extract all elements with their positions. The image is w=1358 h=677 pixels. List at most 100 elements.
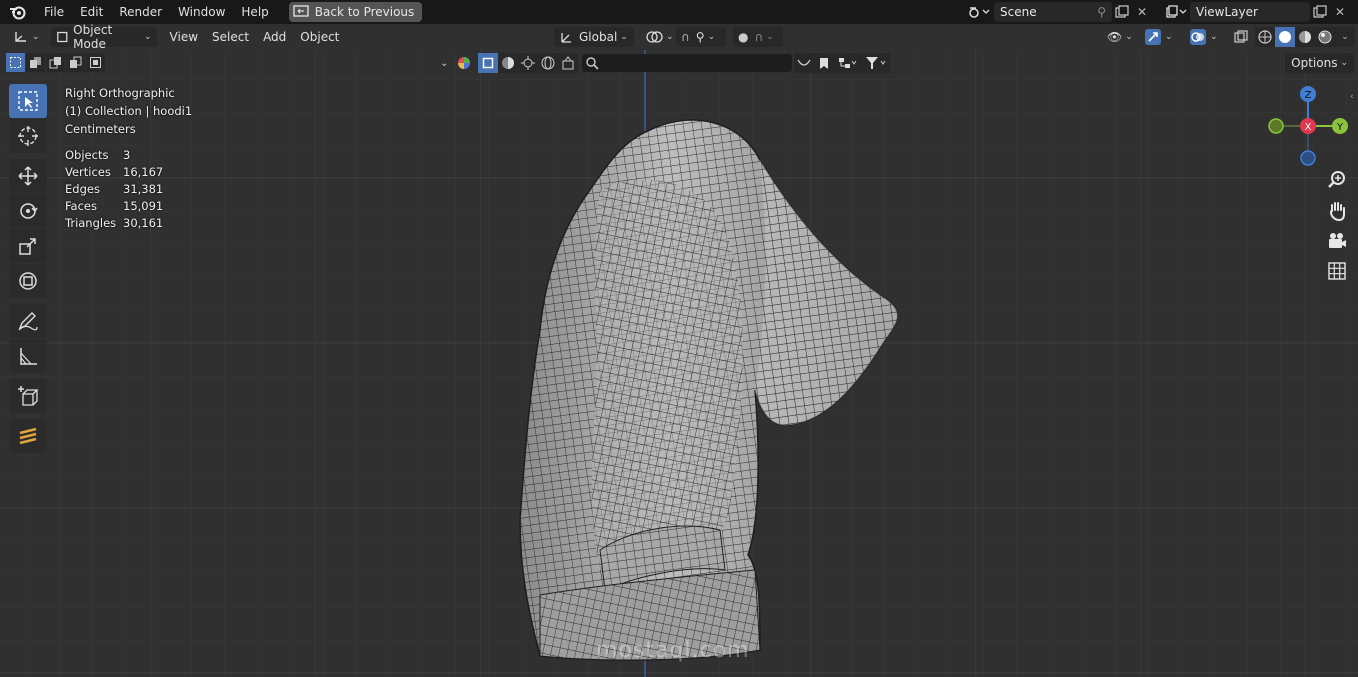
overlay-toggle[interactable]: ⌄	[1184, 27, 1223, 47]
pin-icon[interactable]: ⚲	[1097, 5, 1106, 19]
ortho-toggle-button[interactable]	[1323, 257, 1351, 285]
stat-label: Faces	[65, 198, 97, 213]
snap-toggle[interactable]: ∩ ⚲ ⌄	[676, 27, 726, 47]
menu-add[interactable]: Add	[256, 30, 293, 44]
view-layer-selector[interactable]: ViewLayer ✕	[1162, 2, 1350, 22]
neg-y-axis-ball[interactable]	[1268, 118, 1284, 134]
grid-icon	[1328, 262, 1346, 280]
menu-window[interactable]: Window	[170, 0, 233, 24]
z-axis-label: Z	[1305, 90, 1312, 101]
visibility-button[interactable]: 👁 ⌄	[1102, 27, 1138, 47]
navigation-gizmo[interactable]: Z Y X	[1262, 84, 1358, 168]
new-view-layer-icon[interactable]	[1310, 2, 1330, 22]
zoom-icon	[1328, 171, 1345, 188]
measure-icon	[20, 348, 37, 365]
stat-row: Edges 31,381	[65, 180, 163, 197]
stat-row: Faces 15,091	[65, 197, 163, 214]
rendered-shading-icon[interactable]	[1315, 27, 1335, 47]
filter-shading-icon[interactable]	[498, 53, 518, 73]
menu-help[interactable]: Help	[233, 0, 276, 24]
pan-button[interactable]	[1323, 197, 1351, 225]
select-box-tool[interactable]	[9, 84, 47, 118]
view-layer-icon[interactable]	[1162, 2, 1190, 22]
filter-curve-icon[interactable]	[794, 53, 814, 73]
shading-mode-group: ⌄	[1255, 27, 1355, 47]
sidebar-collapse-icon[interactable]: ‹	[1350, 92, 1354, 102]
color-wheel-icon[interactable]	[454, 53, 474, 73]
rotate-tool[interactable]	[9, 194, 47, 228]
menu-select[interactable]: Select	[205, 30, 256, 44]
stat-label: Objects	[65, 147, 109, 162]
viewport-header: ⌄ Object Mode ⌄ View Select Add Object G…	[0, 23, 1358, 51]
filter-world-icon[interactable]	[538, 53, 558, 73]
menu-view[interactable]: View	[163, 30, 205, 44]
wireframe-shading-icon[interactable]	[1255, 27, 1275, 47]
bookmark-icon[interactable]	[814, 53, 834, 73]
scene-icon[interactable]	[964, 2, 994, 22]
measure-tool[interactable]	[9, 339, 47, 373]
select-invert-icon[interactable]	[66, 53, 85, 72]
pivot-icon	[646, 31, 663, 43]
filter-object-icon[interactable]	[478, 53, 498, 73]
transform-orientation-dropdown[interactable]: Global ⌄	[554, 27, 634, 47]
new-scene-icon[interactable]	[1112, 2, 1132, 22]
select-box-icon	[18, 91, 38, 111]
scene-selector[interactable]: Scene ⚲ ✕	[964, 2, 1152, 22]
menu-file[interactable]: File	[36, 0, 72, 24]
select-extend-icon[interactable]	[26, 53, 45, 72]
editor-type-button[interactable]: ⌄	[8, 27, 45, 47]
delete-view-layer-icon[interactable]: ✕	[1330, 2, 1350, 22]
move-icon	[18, 166, 38, 186]
delete-scene-icon[interactable]: ✕	[1132, 2, 1152, 22]
grease-pencil-tool[interactable]	[9, 419, 47, 453]
neg-z-axis-ball[interactable]	[1300, 150, 1316, 166]
annotate-tool[interactable]	[9, 304, 47, 338]
filter-camera-icon[interactable]	[558, 53, 578, 73]
select-new-icon[interactable]	[6, 53, 25, 72]
tool-shelf	[9, 84, 47, 454]
scene-name-field[interactable]: Scene ⚲	[994, 2, 1112, 22]
options-dropdown[interactable]: Options ⌄	[1285, 53, 1354, 73]
menu-render[interactable]: Render	[111, 0, 170, 24]
menu-edit[interactable]: Edit	[72, 0, 111, 24]
select-subtract-icon[interactable]	[46, 53, 65, 72]
pivot-point-button[interactable]: ⌄	[640, 27, 679, 47]
back-to-previous-button[interactable]: Back to Previous	[288, 2, 423, 22]
move-tool[interactable]	[9, 159, 47, 193]
transform-tool[interactable]	[9, 264, 47, 298]
add-cube-tool[interactable]	[9, 379, 47, 413]
blender-logo-icon[interactable]	[0, 0, 36, 24]
dropdown-chevron-icon[interactable]: ⌄	[440, 58, 454, 69]
xray-toggle[interactable]	[1228, 27, 1254, 47]
eye-icon: 👁	[1107, 30, 1123, 44]
material-shading-icon[interactable]	[1295, 27, 1315, 47]
3d-viewport[interactable]	[0, 50, 1358, 677]
options-label: Options	[1291, 56, 1338, 70]
proportional-edit-toggle[interactable]: ● ∩ ⌄	[733, 27, 783, 47]
hand-pan-icon	[1330, 202, 1345, 222]
filter-funnel-icon[interactable]	[862, 53, 890, 73]
stat-value: 15,091	[123, 198, 164, 213]
camera-view-button[interactable]	[1323, 227, 1351, 255]
mode-dropdown[interactable]: Object Mode ⌄	[50, 23, 157, 51]
viewport-canvas[interactable]	[0, 50, 1358, 677]
zoom-button[interactable]	[1323, 166, 1351, 194]
view-layer-field[interactable]: ViewLayer	[1190, 2, 1310, 22]
shading-options-icon[interactable]: ⌄	[1335, 27, 1355, 47]
solid-shading-icon[interactable]	[1275, 27, 1295, 47]
stat-value: 3	[123, 147, 131, 162]
cursor-tool[interactable]	[9, 119, 47, 153]
search-field[interactable]	[582, 54, 792, 72]
scale-tool[interactable]	[9, 229, 47, 263]
scale-icon	[19, 238, 36, 255]
filter-type-group	[478, 53, 578, 73]
hierarchy-icon[interactable]	[834, 53, 862, 73]
view-name: Right Orthographic	[65, 86, 175, 100]
gizmo-toggle[interactable]: ⌄	[1139, 27, 1178, 47]
menu-object[interactable]: Object	[293, 30, 346, 44]
y-axis-label: Y	[1336, 122, 1344, 133]
proportional-dot-icon: ●	[738, 30, 749, 44]
select-intersect-icon[interactable]	[86, 53, 105, 72]
stat-row: Objects 3	[65, 146, 163, 163]
filter-light-icon[interactable]	[518, 53, 538, 73]
